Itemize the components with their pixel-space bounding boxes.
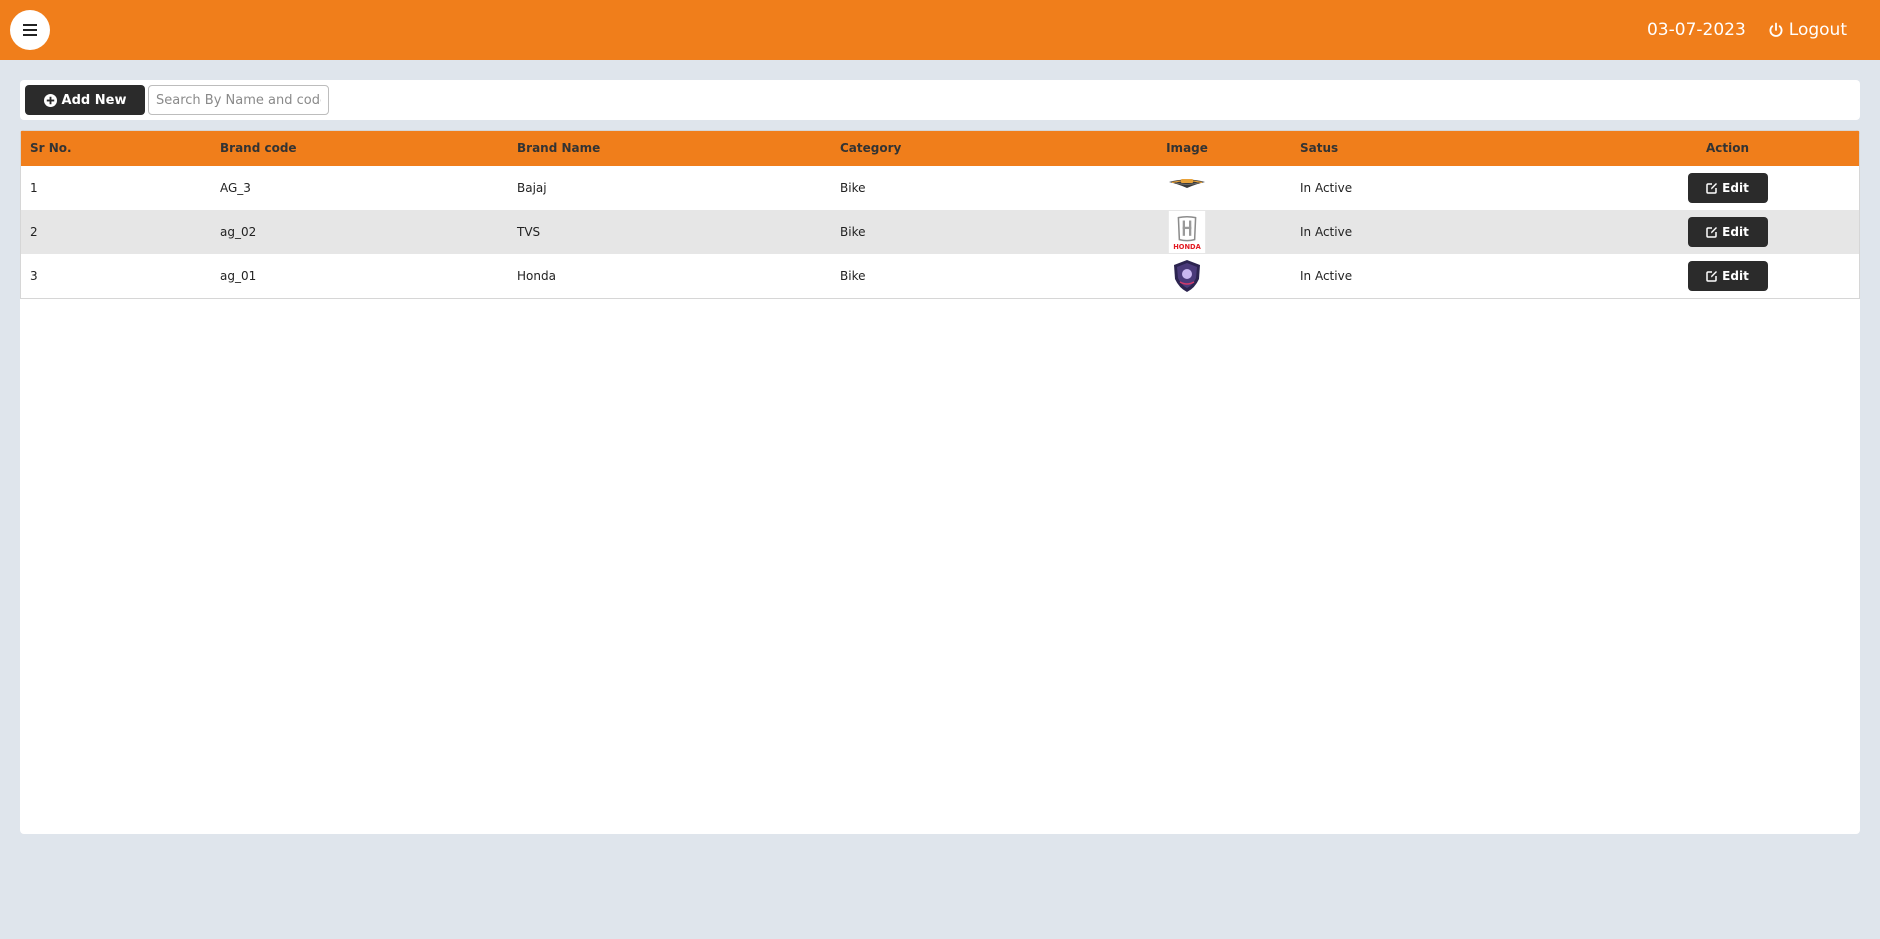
cell-category: Bike (840, 181, 866, 195)
cell-image (1084, 254, 1290, 298)
edit-icon (1706, 270, 1718, 282)
cell-action: Edit (1595, 210, 1860, 254)
search-input[interactable] (148, 85, 329, 115)
toolbar-card: Add New (20, 80, 1860, 120)
menu-toggle-button[interactable] (10, 10, 50, 50)
column-header-image: Image (1166, 141, 1208, 155)
honda-logo: HONDA (1168, 211, 1206, 253)
column-header-sr-no: Sr No. (30, 141, 72, 155)
cell-status: In Active (1300, 268, 1353, 283)
cell-brand-code: AG_3 (220, 181, 251, 195)
cell-brand-code: ag_01 (220, 268, 257, 283)
edit-label: Edit (1722, 181, 1749, 195)
header-right: 03-07-2023 Logout (1647, 0, 1847, 60)
svg-text:HONDA: HONDA (1173, 243, 1201, 251)
cell-brand-name: Bajaj (517, 181, 547, 195)
cell-brand-name: Honda (517, 268, 556, 283)
edit-icon (1706, 227, 1718, 238)
logout-label: Logout (1788, 20, 1847, 40)
bars-icon (23, 24, 37, 36)
table-row: 1 AG_3 Bajaj Bike In Active Edit (20, 166, 1860, 210)
shield-crest-logo (1174, 259, 1200, 292)
logout-link[interactable]: Logout (1768, 20, 1847, 40)
brand-table: Sr No. Brand code Brand Name Category Im… (20, 130, 1860, 299)
table-row: 2 ag_02 TVS Bike HONDA In Active Edit (20, 210, 1860, 254)
cell-action: Edit (1595, 166, 1860, 210)
column-header-brand-name: Brand Name (517, 141, 601, 155)
top-bar: 03-07-2023 Logout (0, 0, 1880, 60)
cell-status: In Active (1300, 181, 1353, 195)
cell-action: Edit (1595, 254, 1860, 298)
winged-brand-logo (1169, 179, 1205, 188)
cell-category: Bike (840, 268, 866, 283)
column-header-category: Category (840, 141, 902, 155)
edit-button[interactable]: Edit (1687, 260, 1768, 291)
cell-brand-code: ag_02 (220, 225, 257, 239)
cell-sr-no: 1 (30, 181, 38, 195)
cell-brand-name: TVS (517, 225, 541, 239)
cell-sr-no: 2 (30, 225, 38, 239)
cell-image (1084, 166, 1290, 210)
cell-status: In Active (1300, 225, 1353, 239)
plus-circle-icon (43, 93, 57, 107)
cell-category: Bike (840, 225, 866, 239)
cell-image: HONDA (1084, 210, 1290, 254)
edit-label: Edit (1722, 268, 1749, 283)
power-icon (1769, 22, 1783, 37)
column-header-action: Action (1705, 141, 1750, 155)
edit-button[interactable]: Edit (1687, 173, 1768, 203)
cell-sr-no: 3 (30, 268, 38, 283)
column-header-brand-code: Brand code (220, 141, 297, 155)
brand-table-card: Sr No. Brand code Brand Name Category Im… (20, 130, 1860, 834)
column-header-status: Satus (1300, 141, 1339, 155)
edit-label: Edit (1722, 225, 1749, 239)
table-header-row: Sr No. Brand code Brand Name Category Im… (20, 130, 1860, 166)
add-new-label: Add New (61, 92, 127, 108)
add-new-button[interactable]: Add New (25, 85, 145, 115)
edit-button[interactable]: Edit (1687, 217, 1768, 247)
edit-icon (1706, 183, 1718, 194)
table-row: 3 ag_01 Honda Bike In Active Edit (20, 254, 1860, 298)
current-date: 03-07-2023 (1646, 20, 1746, 40)
